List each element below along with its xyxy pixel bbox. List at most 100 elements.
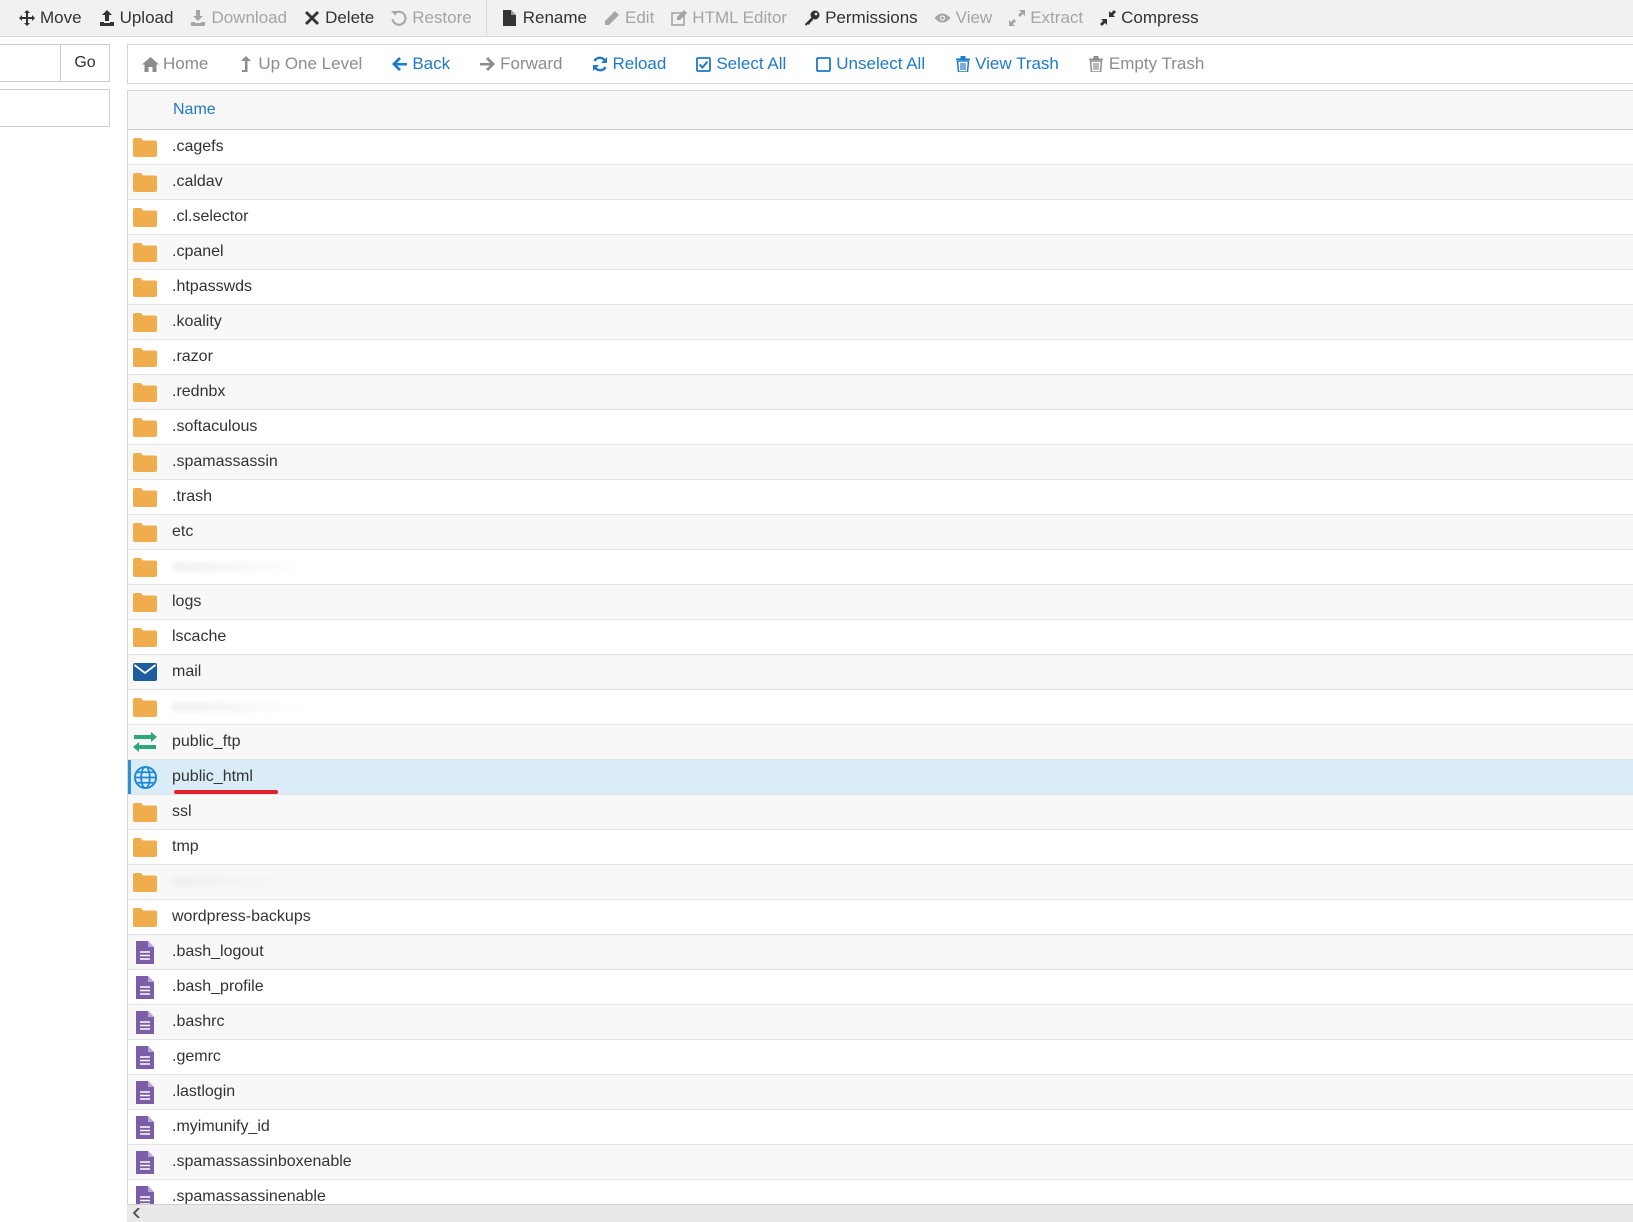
folder-icon: [133, 205, 157, 229]
table-row[interactable]: .gemrc: [128, 1040, 1633, 1075]
delete-button[interactable]: Delete: [301, 0, 388, 37]
view-button[interactable]: View: [932, 0, 1007, 37]
file-text-icon: [133, 940, 157, 964]
unselect-all-button[interactable]: Unselect All: [815, 54, 925, 74]
file-name[interactable]: .cagefs: [172, 138, 224, 156]
table-row[interactable]: wordpress-backups: [128, 900, 1633, 935]
forward-button[interactable]: Forward: [479, 54, 562, 74]
folder-icon: [133, 520, 157, 544]
home-button[interactable]: Home: [142, 54, 208, 74]
file-name[interactable]: .bash_profile: [172, 978, 264, 996]
table-row[interactable]: ssl: [128, 795, 1633, 830]
table-row[interactable]: .spamassassin: [128, 445, 1633, 480]
file-name[interactable]: .myimunify_id: [172, 1118, 270, 1136]
up-one-level-button[interactable]: Up One Level: [237, 54, 362, 74]
table-row[interactable]: .bash_profile: [128, 970, 1633, 1005]
extract-button[interactable]: Extract: [1006, 0, 1097, 37]
scroll-left-arrow-icon[interactable]: [131, 1207, 143, 1219]
file-name[interactable]: .rednbx: [172, 383, 225, 401]
reload-button[interactable]: Reload: [591, 54, 666, 74]
edit-button[interactable]: Edit: [601, 0, 668, 37]
path-input[interactable]: [0, 44, 61, 82]
table-row[interactable]: [128, 865, 1633, 900]
table-row[interactable]: .bash_logout: [128, 935, 1633, 970]
table-row[interactable]: [128, 550, 1633, 585]
file-name[interactable]: etc: [172, 523, 193, 541]
file-text-icon: [133, 1115, 157, 1139]
table-row[interactable]: etc: [128, 515, 1633, 550]
table-row[interactable]: .cagefs: [128, 130, 1633, 165]
extract-icon: [1008, 9, 1026, 27]
html-editor-button[interactable]: HTML Editor: [668, 0, 801, 37]
table-row[interactable]: .cpanel: [128, 235, 1633, 270]
file-name[interactable]: public_html: [172, 768, 253, 786]
select-all-label: Select All: [716, 54, 787, 73]
file-name[interactable]: .koality: [172, 313, 222, 331]
empty-trash-button[interactable]: Empty Trash: [1088, 54, 1204, 74]
file-name[interactable]: .spamassassin: [172, 453, 278, 471]
table-row[interactable]: .rednbx: [128, 375, 1633, 410]
file-name[interactable]: logs: [172, 593, 201, 611]
table-row[interactable]: [128, 690, 1633, 725]
restore-button[interactable]: Restore: [388, 0, 486, 37]
file-name[interactable]: .caldav: [172, 173, 223, 191]
table-row[interactable]: .razor: [128, 340, 1633, 375]
file-name[interactable]: .bash_logout: [172, 943, 264, 961]
table-row[interactable]: .cl.selector: [128, 200, 1633, 235]
compress-label: Compress: [1121, 8, 1199, 27]
file-name[interactable]: .lastlogin: [172, 1083, 235, 1101]
file-name[interactable]: .bashrc: [172, 1013, 224, 1031]
file-name[interactable]: ssl: [172, 803, 192, 821]
compress-button[interactable]: Compress: [1097, 0, 1212, 37]
file-name[interactable]: .htpasswds: [172, 278, 252, 296]
table-row[interactable]: .trash: [128, 480, 1633, 515]
file-name[interactable]: .razor: [172, 348, 213, 366]
table-row[interactable]: .htpasswds: [128, 270, 1633, 305]
upload-button[interactable]: Upload: [96, 0, 188, 37]
horizontal-scrollbar[interactable]: [127, 1204, 1633, 1222]
file-name[interactable]: mail: [172, 663, 201, 681]
move-button[interactable]: Move: [16, 0, 96, 37]
table-row[interactable]: .softaculous: [128, 410, 1633, 445]
table-row[interactable]: tmp: [128, 830, 1633, 865]
download-button[interactable]: Download: [187, 0, 301, 37]
folder-icon: [133, 625, 157, 649]
table-row[interactable]: lscache: [128, 620, 1633, 655]
file-name[interactable]: .softaculous: [172, 418, 257, 436]
file-name[interactable]: .spamassassinboxenable: [172, 1153, 352, 1171]
table-row[interactable]: .lastlogin: [128, 1075, 1633, 1110]
mail-icon: [133, 660, 157, 684]
table-row[interactable]: .koality: [128, 305, 1633, 340]
file-text-icon: [133, 1080, 157, 1104]
view-label: View: [955, 8, 993, 27]
table-row[interactable]: mail: [128, 655, 1633, 690]
back-button[interactable]: Back: [391, 54, 450, 74]
table-row[interactable]: .caldav: [128, 165, 1633, 200]
select-all-button[interactable]: Select All: [695, 54, 786, 74]
table-row[interactable]: logs: [128, 585, 1633, 620]
file-name[interactable]: .trash: [172, 488, 212, 506]
file-name[interactable]: wordpress-backups: [172, 908, 311, 926]
table-row[interactable]: .bashrc: [128, 1005, 1633, 1040]
column-header-name[interactable]: Name: [173, 101, 216, 119]
home-label: Home: [163, 54, 209, 73]
home-icon: [142, 56, 159, 73]
go-button[interactable]: Go: [60, 44, 110, 82]
folder-icon: [133, 135, 157, 159]
file-name[interactable]: public_ftp: [172, 733, 241, 751]
file-name[interactable]: .cl.selector: [172, 208, 248, 226]
file-name[interactable]: tmp: [172, 838, 199, 856]
view-trash-button[interactable]: View Trash: [954, 54, 1059, 74]
table-row[interactable]: public_html: [128, 760, 1633, 795]
rename-button[interactable]: Rename: [499, 0, 601, 37]
permissions-button[interactable]: Permissions: [801, 0, 932, 37]
file-name[interactable]: .gemrc: [172, 1048, 221, 1066]
file-name[interactable]: .cpanel: [172, 243, 224, 261]
move-label: Move: [40, 8, 82, 27]
table-row[interactable]: .myimunify_id: [128, 1110, 1633, 1145]
table-row[interactable]: .spamassassinboxenable: [128, 1145, 1633, 1180]
file-name[interactable]: lscache: [172, 628, 226, 646]
file-text-icon: [133, 1010, 157, 1034]
directory-tree[interactable]: [0, 89, 110, 127]
table-row[interactable]: public_ftp: [128, 725, 1633, 760]
